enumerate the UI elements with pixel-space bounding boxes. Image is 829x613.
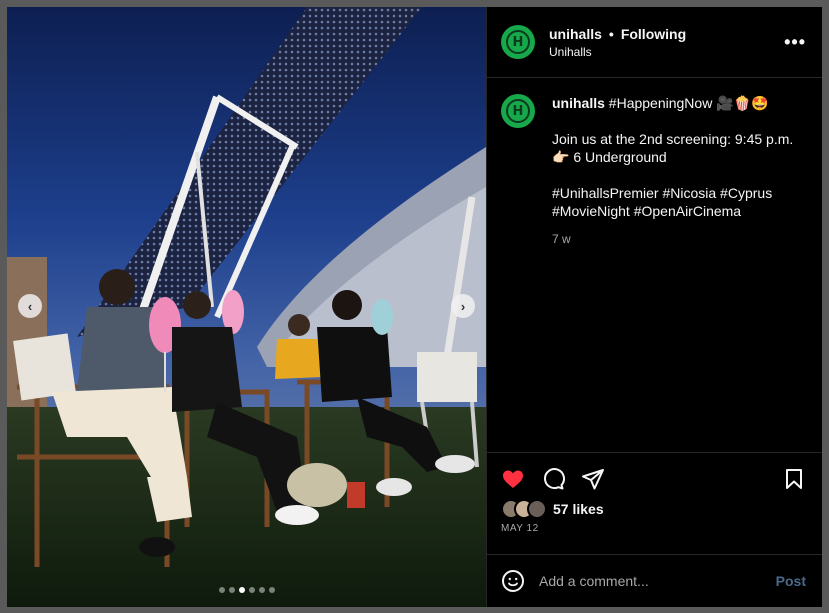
bookmark-icon[interactable] xyxy=(782,467,806,491)
paper-plane-icon[interactable] xyxy=(581,467,605,491)
carousel-dot xyxy=(258,587,265,593)
chevron-left-icon: ‹ xyxy=(27,298,33,314)
avatar[interactable]: H xyxy=(501,25,535,59)
account-subtitle: Unihalls xyxy=(549,44,592,59)
more-options-button[interactable]: ••• xyxy=(784,32,806,53)
post-modal: ‹ › H unihalls • Following Unihalls ••• xyxy=(7,7,822,607)
logo-icon: H xyxy=(506,30,530,54)
caption-hashtags[interactable]: #UnihallsPremier #Nicosia #Cyprus #Movie… xyxy=(552,184,808,220)
post-header: H unihalls • Following Unihalls ••• xyxy=(487,7,822,78)
post-media[interactable]: ‹ › xyxy=(7,7,486,607)
action-bar: 57 likes MAY 12 xyxy=(487,452,822,554)
comment-composer: Post xyxy=(487,554,822,607)
likes-count[interactable]: 57 likes xyxy=(553,501,604,517)
post-comment-button[interactable]: Post xyxy=(776,573,806,589)
post-time-ago: 7 w xyxy=(552,232,571,246)
liker-avatar xyxy=(527,499,547,519)
comment-input[interactable] xyxy=(539,573,776,589)
carousel-dot xyxy=(238,587,245,593)
previous-slide-button[interactable]: ‹ xyxy=(18,294,42,318)
emoji-icon[interactable] xyxy=(501,569,525,593)
caption-headline: #HappeningNow 🎥🍿🤩 xyxy=(608,95,769,111)
caption-avatar[interactable]: H xyxy=(501,94,535,128)
carousel-dot xyxy=(248,587,255,593)
likes-summary[interactable]: 57 likes xyxy=(501,499,808,519)
following-button[interactable]: Following xyxy=(621,26,686,42)
logo-icon: H xyxy=(506,99,530,123)
post-date: MAY 12 xyxy=(501,523,539,534)
caption-paragraph: Join us at the 2nd screening: 9:45 p.m. … xyxy=(552,131,794,165)
caption-section: H unihalls #HappeningNow 🎥🍿🤩 Join us at … xyxy=(487,78,822,452)
post-photo xyxy=(7,7,486,607)
carousel-indicator xyxy=(7,587,486,593)
comment-bubble-icon[interactable] xyxy=(541,467,565,491)
carousel-dot xyxy=(228,587,235,593)
caption-username-link[interactable]: unihalls xyxy=(552,95,605,111)
separator-dot: • xyxy=(608,25,614,42)
carousel-dot xyxy=(218,587,225,593)
chevron-right-icon: › xyxy=(460,298,466,314)
more-horizontal-icon: ••• xyxy=(784,31,806,52)
carousel-dot xyxy=(268,587,275,593)
next-slide-button[interactable]: › xyxy=(451,294,475,318)
heart-filled-icon[interactable] xyxy=(501,467,525,491)
username-link[interactable]: unihalls xyxy=(549,26,602,42)
header-text: unihalls • Following Unihalls xyxy=(549,26,784,59)
post-side-panel: H unihalls • Following Unihalls ••• H un… xyxy=(486,7,822,607)
